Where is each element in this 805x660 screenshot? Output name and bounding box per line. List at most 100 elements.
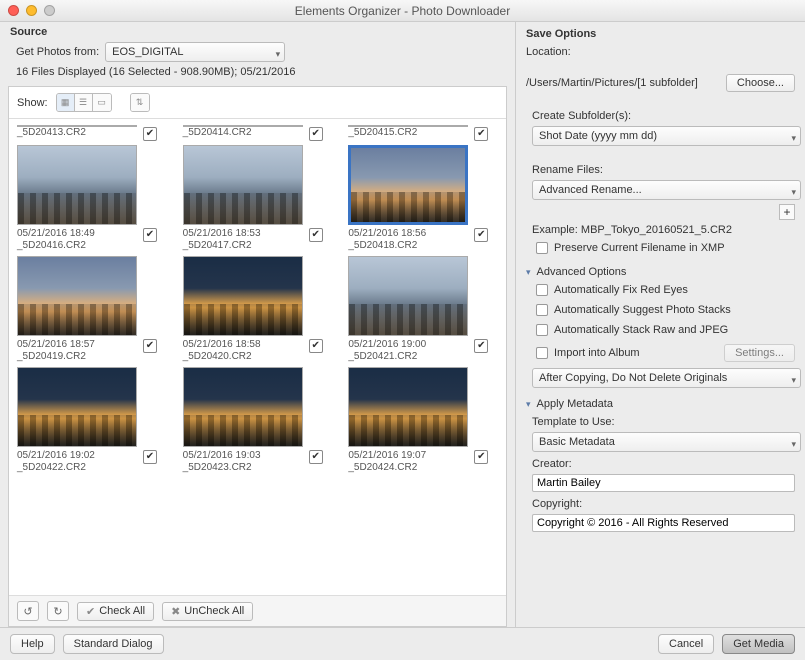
copyright-label: Copyright:: [532, 498, 795, 510]
thumbnail-checkbox[interactable]: ✔: [309, 450, 323, 464]
thumbnail-caption: 05/21/2016 18:49_5D20416.CR2: [17, 228, 95, 252]
list-view-icon[interactable]: ☰: [75, 94, 93, 111]
thumb-grid: _5D20413.CR2✔_5D20414.CR2✔_5D20415.CR2✔0…: [17, 125, 502, 474]
thumbnail-cell[interactable]: 05/21/2016 19:00_5D20421.CR2 ✔: [348, 256, 502, 363]
thumbnail-image[interactable]: [183, 367, 303, 447]
thumbnail-caption: 05/21/2016 19:07_5D20424.CR2: [348, 450, 426, 474]
template-label: Template to Use:: [532, 416, 795, 428]
add-rename-preset-button[interactable]: +: [779, 204, 795, 220]
standard-dialog-button[interactable]: Standard Dialog: [63, 634, 164, 654]
footer: Help Standard Dialog Cancel Get Media: [0, 627, 805, 660]
thumbnail-caption: 05/21/2016 19:02_5D20422.CR2: [17, 450, 95, 474]
thumbnail-cell[interactable]: 05/21/2016 18:49_5D20416.CR2 ✔: [17, 145, 171, 252]
example-value: MBP_Tokyo_20160521_5.CR2: [581, 224, 732, 236]
titlebar: Elements Organizer - Photo Downloader: [0, 0, 805, 22]
thumbnail-cell[interactable]: 05/21/2016 19:07_5D20424.CR2 ✔: [348, 367, 502, 474]
stack-raw-jpeg-checkbox[interactable]: [536, 324, 548, 336]
thumbnail-cell[interactable]: 05/21/2016 19:03_5D20423.CR2 ✔: [183, 367, 337, 474]
suggest-stacks-checkbox[interactable]: [536, 304, 548, 316]
window-title: Elements Organizer - Photo Downloader: [0, 4, 805, 18]
sort-icon[interactable]: ⇅: [131, 94, 149, 111]
thumbnail-caption: 05/21/2016 19:00_5D20421.CR2: [348, 339, 426, 363]
fix-red-eyes-checkbox[interactable]: [536, 284, 548, 296]
thumbnail-caption: 05/21/2016 18:53_5D20417.CR2: [183, 228, 261, 252]
thumbnail-checkbox[interactable]: ✔: [474, 339, 488, 353]
show-label: Show:: [17, 97, 48, 109]
grid-view-icon[interactable]: ▦: [57, 94, 75, 111]
thumbnail-image[interactable]: [183, 125, 303, 127]
suggest-stacks-label: Automatically Suggest Photo Stacks: [554, 304, 731, 316]
thumbnail-image[interactable]: [17, 367, 137, 447]
save-options-header: Save Options: [526, 28, 795, 40]
thumbnail-image[interactable]: [183, 256, 303, 336]
device-select[interactable]: EOS_DIGITAL: [105, 42, 285, 62]
template-select[interactable]: Basic Metadata: [532, 432, 801, 452]
rename-label: Rename Files:: [532, 164, 795, 176]
thumbnail-cell[interactable]: 05/21/2016 18:56_5D20418.CR2 ✔: [348, 145, 502, 252]
creator-field[interactable]: [532, 474, 795, 492]
thumbnail-cell[interactable]: 05/21/2016 18:57_5D20419.CR2 ✔: [17, 256, 171, 363]
file-summary: 16 Files Displayed (16 Selected - 908.90…: [16, 66, 503, 78]
album-settings-button[interactable]: Settings...: [724, 344, 795, 362]
thumbnail-image[interactable]: [17, 125, 137, 127]
delete-policy-select[interactable]: After Copying, Do Not Delete Originals: [532, 368, 801, 388]
cancel-button[interactable]: Cancel: [658, 634, 714, 654]
thumbnail-panel: Show: ▦ ☰ ▭ ⇅ _5D20413.CR2 ✔ _5D20414.CR2 ✔…: [8, 86, 507, 627]
view-mode-group: ▦ ☰ ▭: [56, 93, 112, 112]
thumbnail-caption: _5D20413.CR2: [17, 127, 86, 139]
thumbnail-image[interactable]: [348, 125, 468, 127]
thumbnail-cell[interactable]: _5D20415.CR2 ✔: [348, 125, 502, 141]
thumbnail-image[interactable]: [183, 145, 303, 225]
thumbnail-cell[interactable]: 05/21/2016 18:58_5D20420.CR2✔: [183, 256, 337, 363]
import-album-label: Import into Album: [554, 347, 640, 359]
create-subfolder-select[interactable]: Shot Date (yyyy mm dd): [532, 126, 801, 146]
example-label: Example:: [532, 224, 578, 236]
thumbnail-checkbox[interactable]: ✔: [143, 339, 157, 353]
source-header: Source: [0, 22, 515, 40]
location-label: Location:: [526, 46, 795, 58]
import-album-checkbox[interactable]: [536, 347, 548, 359]
rotate-right-icon[interactable]: ↻: [47, 601, 69, 621]
thumbnail-caption: 05/21/2016 18:57_5D20419.CR2: [17, 339, 95, 363]
thumbnail-image[interactable]: [17, 145, 137, 225]
thumbnail-checkbox[interactable]: ✔: [309, 127, 323, 141]
check-all-button[interactable]: ✔Check All: [77, 602, 154, 621]
choose-button[interactable]: Choose...: [726, 74, 795, 92]
help-button[interactable]: Help: [10, 634, 55, 654]
thumbnail-caption: _5D20414.CR2: [183, 127, 252, 139]
preserve-xmp-checkbox[interactable]: [536, 242, 548, 254]
thumbnail-caption: 05/21/2016 19:03_5D20423.CR2: [183, 450, 261, 474]
thumbnail-checkbox[interactable]: ✔: [143, 450, 157, 464]
get-from-label: Get Photos from:: [16, 46, 99, 58]
uncheck-all-button[interactable]: ✖UnCheck All: [162, 602, 253, 621]
create-subfolder-label: Create Subfolder(s):: [532, 110, 795, 122]
thumbnail-cell[interactable]: 05/21/2016 18:53_5D20417.CR2 ✔: [183, 145, 337, 252]
rotate-left-icon[interactable]: ↺: [17, 601, 39, 621]
stack-raw-jpeg-label: Automatically Stack Raw and JPEG: [554, 324, 728, 336]
sort-group: ⇅: [130, 93, 150, 112]
thumbnail-image[interactable]: [348, 367, 468, 447]
thumbnail-caption: _5D20415.CR2: [348, 127, 417, 139]
thumbnail-checkbox[interactable]: ✔: [474, 228, 488, 242]
thumbnail-checkbox[interactable]: ✔: [143, 127, 157, 141]
copyright-field[interactable]: [532, 514, 795, 532]
thumbnail-checkbox[interactable]: ✔: [309, 339, 323, 353]
thumbnail-image[interactable]: [348, 256, 468, 336]
get-media-button[interactable]: Get Media: [722, 634, 795, 654]
metadata-disclosure[interactable]: Apply Metadata: [526, 398, 795, 410]
advanced-disclosure[interactable]: Advanced Options: [526, 266, 795, 278]
rename-select[interactable]: Advanced Rename...: [532, 180, 801, 200]
detail-view-icon[interactable]: ▭: [93, 94, 111, 111]
thumbnail-cell[interactable]: _5D20413.CR2 ✔: [17, 125, 171, 141]
thumbnail-image[interactable]: [17, 256, 137, 336]
thumbnail-caption: 05/21/2016 18:56_5D20418.CR2: [348, 228, 426, 252]
thumbnail-checkbox[interactable]: ✔: [143, 228, 157, 242]
thumbnail-checkbox[interactable]: ✔: [474, 127, 488, 141]
thumbnail-checkbox[interactable]: ✔: [309, 228, 323, 242]
creator-label: Creator:: [532, 458, 795, 470]
thumbnail-image[interactable]: [348, 145, 468, 225]
thumbnail-checkbox[interactable]: ✔: [474, 450, 488, 464]
fix-red-eyes-label: Automatically Fix Red Eyes: [554, 284, 688, 296]
thumbnail-cell[interactable]: 05/21/2016 19:02_5D20422.CR2 ✔: [17, 367, 171, 474]
thumbnail-cell[interactable]: _5D20414.CR2 ✔: [183, 125, 337, 141]
